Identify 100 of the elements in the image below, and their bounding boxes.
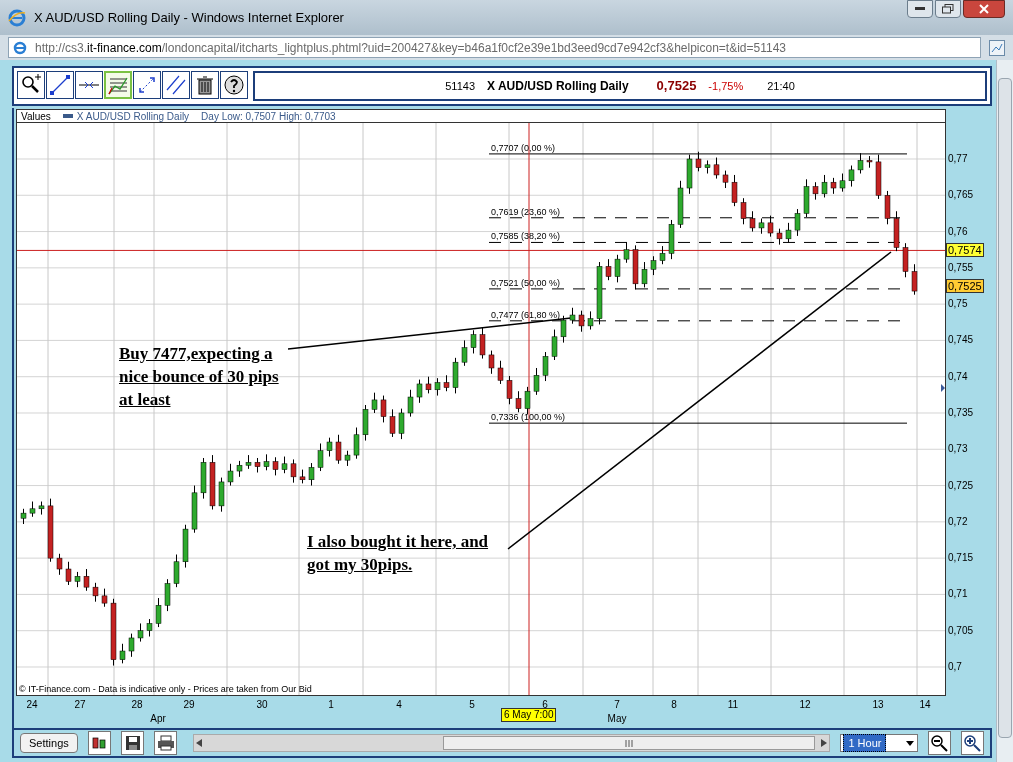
candle bbox=[785, 222, 792, 243]
price-axis-label: 0,715 bbox=[948, 552, 974, 565]
candle bbox=[443, 374, 450, 392]
copyright-footer: © IT-Finance.com - Data is indicative only - Prices are taken from Our Bid bbox=[19, 684, 312, 694]
trash-icon bbox=[194, 74, 216, 96]
price-change: -1,75% bbox=[708, 78, 744, 94]
candle bbox=[263, 453, 270, 471]
fibonacci-level-label: 0,7521 (50,00 %) bbox=[491, 277, 561, 288]
date-axis-label: 14 bbox=[919, 699, 931, 711]
candle bbox=[740, 197, 747, 225]
candle bbox=[722, 170, 729, 189]
scrollbar-thumb[interactable] bbox=[443, 736, 816, 750]
candle bbox=[695, 151, 702, 172]
scrollbar-thumb[interactable] bbox=[998, 78, 1012, 738]
tool-button[interactable] bbox=[17, 71, 45, 99]
chart-type-button[interactable] bbox=[87, 731, 111, 755]
candle bbox=[596, 261, 603, 325]
price-axis-label: 0,77 bbox=[948, 153, 968, 165]
restore-icon bbox=[942, 4, 954, 14]
candle bbox=[551, 329, 558, 361]
settings-button[interactable]: Settings bbox=[20, 733, 78, 753]
tool-button[interactable] bbox=[191, 71, 219, 99]
grip-icon bbox=[625, 739, 634, 747]
candle bbox=[668, 219, 675, 260]
interval-dropdown[interactable]: 1 Hour bbox=[840, 734, 918, 752]
candle bbox=[398, 408, 405, 440]
zoom-in-button[interactable] bbox=[960, 731, 984, 755]
month-label: Apr bbox=[150, 713, 166, 725]
legend-range: Day Low: 0,7507 High: 0,7703 bbox=[201, 109, 336, 124]
candle bbox=[434, 377, 441, 397]
minimize-button[interactable] bbox=[907, 0, 933, 18]
candle bbox=[38, 501, 45, 516]
fibonacci-level-label: 0,7585 (38,20 %) bbox=[491, 231, 561, 242]
candle bbox=[218, 477, 225, 513]
print-button[interactable] bbox=[154, 731, 178, 755]
candle bbox=[506, 375, 513, 405]
feed-icon[interactable] bbox=[989, 39, 1005, 56]
zoom-out-button[interactable] bbox=[927, 731, 951, 755]
candle bbox=[245, 454, 252, 470]
save-button[interactable] bbox=[120, 731, 145, 755]
candle bbox=[119, 643, 126, 664]
date-axis-label: 7 bbox=[614, 699, 620, 711]
candle bbox=[128, 633, 135, 658]
tool-button[interactable] bbox=[133, 71, 161, 99]
tool-button[interactable] bbox=[162, 71, 190, 99]
line-icon bbox=[49, 74, 71, 96]
candle bbox=[731, 174, 738, 207]
price-axis-label: 0,7 bbox=[948, 661, 962, 673]
price-axis-label: 0,745 bbox=[948, 334, 974, 347]
window-title: X AUD/USD Rolling Daily - Windows Internet Explorer bbox=[34, 8, 344, 27]
candle bbox=[767, 215, 774, 238]
candle bbox=[407, 389, 414, 418]
page-icon bbox=[13, 40, 27, 55]
candle bbox=[749, 210, 756, 233]
scroll-marker-icon bbox=[941, 384, 945, 392]
date-axis-label: 30 bbox=[256, 699, 268, 711]
price-axis-label: 0,755 bbox=[948, 261, 974, 274]
candle bbox=[794, 208, 801, 237]
candle bbox=[713, 157, 720, 180]
candle bbox=[677, 180, 684, 229]
candle bbox=[911, 263, 918, 296]
scroll-left-icon[interactable] bbox=[196, 739, 203, 747]
candle bbox=[461, 339, 468, 367]
candle bbox=[182, 524, 189, 569]
maximize-button[interactable] bbox=[935, 0, 961, 18]
price-axis-label: 0,76 bbox=[948, 225, 968, 238]
candle bbox=[65, 561, 72, 586]
price-axis-label: 0,75 bbox=[948, 298, 968, 311]
candle bbox=[137, 622, 144, 643]
date-axis-label: 24 bbox=[26, 699, 38, 711]
candle bbox=[290, 458, 297, 484]
candle bbox=[542, 351, 549, 382]
candle bbox=[272, 456, 279, 476]
date-axis-label: 6 bbox=[542, 699, 548, 710]
instrument-name: X AUD/USD Rolling Daily bbox=[487, 78, 629, 95]
close-button[interactable] bbox=[963, 0, 1005, 18]
scroll-right-icon[interactable] bbox=[821, 739, 828, 747]
instrument-id: 51143 bbox=[445, 78, 475, 94]
price-axis-label: 0,725 bbox=[948, 479, 974, 492]
tool-button[interactable] bbox=[75, 71, 103, 99]
interval-value: 1 Hour bbox=[843, 733, 887, 753]
date-axis-label: 29 bbox=[183, 699, 195, 711]
tool-button[interactable] bbox=[220, 71, 248, 99]
horizontal-scrollbar[interactable] bbox=[193, 734, 831, 752]
candle bbox=[317, 442, 324, 472]
address-field[interactable]: http://cs3.it-finance.com/londoncapital/itcharts_lightplus.phtml?uid=200427&key=b46a1f0cf2e39e1bd3eed9cd7e942cf3&helpicon=t&id=51143 bbox=[8, 37, 981, 58]
candle bbox=[173, 554, 180, 588]
candle bbox=[191, 485, 198, 534]
candle bbox=[623, 241, 630, 264]
candle bbox=[632, 244, 639, 291]
fibonacci-level-label: 0,7477 (61,80 %) bbox=[491, 309, 561, 320]
candle bbox=[614, 254, 621, 283]
candle bbox=[524, 386, 531, 415]
candle bbox=[200, 457, 207, 500]
tool-button[interactable] bbox=[46, 71, 74, 99]
candle bbox=[866, 155, 873, 169]
month-label: May bbox=[607, 713, 627, 725]
candles-icon bbox=[91, 735, 108, 751]
zoom-out-icon bbox=[930, 734, 949, 752]
quote-time: 21:40 bbox=[767, 78, 795, 94]
